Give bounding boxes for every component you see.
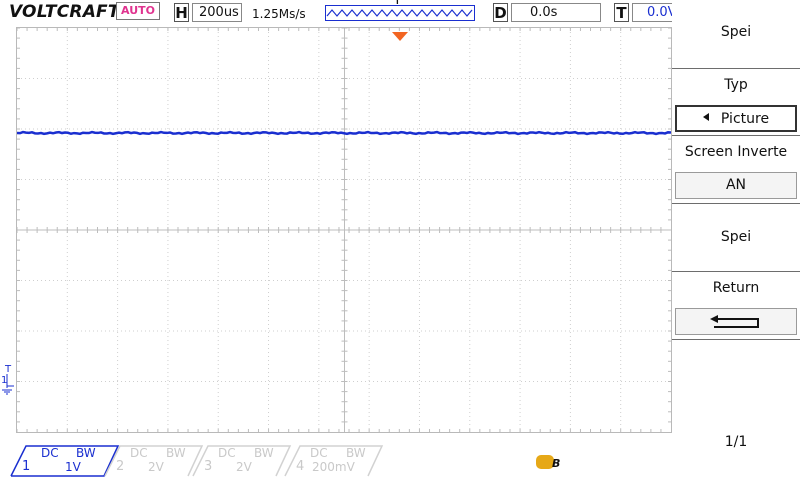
return-label: Return	[712, 280, 760, 296]
timebase-value[interactable]: 200us	[192, 3, 242, 22]
trigger-level-value[interactable]: 0.0V	[632, 3, 672, 22]
channel-3-bw: BW	[254, 446, 274, 460]
menu-section-invert[interactable]: Screen Inverte AN	[672, 136, 800, 204]
channel-4-coupling: DC	[310, 446, 328, 460]
save-button[interactable]: Spei	[672, 229, 800, 245]
side-menu: Spei Typ Picture Screen Inverte AN Spei …	[672, 0, 800, 480]
svg-text:B: B	[552, 457, 560, 470]
menu-section-save[interactable]: Spei	[672, 204, 800, 272]
waveform-display[interactable]	[16, 27, 672, 433]
ground-symbol-icon	[2, 374, 14, 395]
waveform-overview-icon	[325, 5, 475, 21]
invert-label: Screen Inverte	[684, 144, 788, 160]
menu-page-indicator: 1/1	[724, 434, 748, 450]
trigger-point-marker[interactable]	[392, 32, 408, 41]
run-status-icon: B	[536, 455, 560, 470]
sample-rate: 1.25Ms/s	[252, 7, 306, 21]
trigger-level-tag: T	[614, 3, 629, 22]
type-value: Picture	[720, 111, 770, 127]
channel-3-volts: 2V	[236, 460, 252, 474]
channel-3-coupling: DC	[218, 446, 236, 460]
channel-3-number: 3	[204, 459, 213, 474]
delay-tag: D	[493, 3, 508, 22]
menu-section-return[interactable]: Return	[672, 272, 800, 340]
chevron-left-icon	[702, 113, 709, 121]
return-button[interactable]	[675, 308, 797, 335]
channel-2-volts: 2V	[148, 460, 164, 474]
channel-1-coupling: DC	[41, 446, 59, 460]
brand-logo: VOLTCRAFT.	[9, 2, 124, 22]
channel-2-tab[interactable]: 2 DC BW 2V	[104, 445, 204, 477]
invert-toggle[interactable]: AN	[675, 172, 797, 199]
channel-1-bw: BW	[76, 446, 96, 460]
return-arrow-icon	[710, 315, 759, 328]
channel-3-tab[interactable]: 3 DC BW 2V	[192, 445, 292, 477]
trigger-position-label: T	[395, 0, 400, 6]
channel-4-volts: 200mV	[312, 460, 355, 474]
menu-section-type[interactable]: Typ Picture	[672, 68, 800, 136]
channel-4-number: 4	[296, 459, 305, 474]
channel-1-volts: 1V	[65, 460, 81, 474]
trigger-position-indicator	[325, 3, 475, 22]
horizontal-tag: H	[174, 3, 189, 22]
ch1-trace	[17, 130, 671, 136]
top-status-bar: VOLTCRAFT. AUTO H 200us 1.25Ms/s T D 0.0…	[0, 0, 672, 27]
channel-1-number: 1	[22, 459, 31, 474]
channel-2-number: 2	[116, 459, 125, 474]
channel-2-bw: BW	[166, 446, 186, 460]
menu-title: Spei	[720, 24, 752, 40]
graticule	[17, 28, 671, 432]
delay-value[interactable]: 0.0s	[511, 3, 601, 22]
trigger-mode-badge[interactable]: AUTO	[116, 2, 160, 20]
channel-bar: 1 DC BW 1V 2 DC BW 2V 3 DC BW 2V 4 DC BW…	[0, 433, 672, 480]
channel-4-bw: BW	[346, 446, 366, 460]
channel-4-tab[interactable]: 4 DC BW 200mV	[284, 445, 384, 477]
channel-2-coupling: DC	[130, 446, 148, 460]
type-label: Typ	[724, 77, 748, 93]
type-selector[interactable]: Picture	[675, 105, 797, 132]
